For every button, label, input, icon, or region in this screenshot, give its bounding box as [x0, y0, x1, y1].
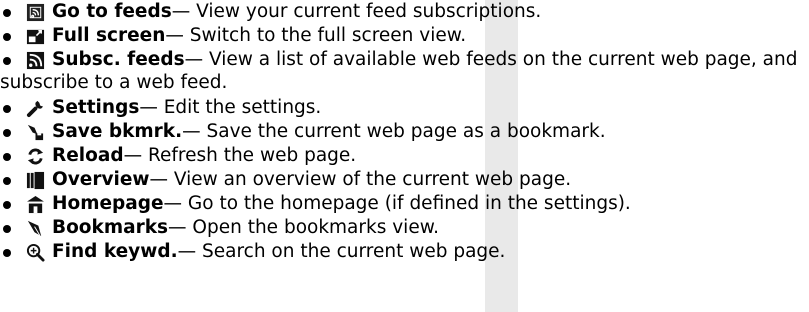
list-item-go-to-feeds: Go to feeds — View your current feed sub… — [0, 0, 809, 24]
command-label: Go to feeds — [52, 1, 172, 22]
command-label: Subsc. feeds — [52, 49, 185, 70]
bullet — [3, 225, 11, 233]
command-label: Save bkmrk. — [52, 121, 183, 142]
list-item-save-bookmark: Save bkmrk. — Save the current web page … — [0, 120, 809, 144]
command-label: Overview — [52, 169, 150, 190]
command-label: Homepage — [52, 193, 164, 214]
subscribe-feeds-icon — [26, 51, 45, 70]
command-description: — Go to the homepage (if defined in the … — [163, 193, 631, 214]
list-item-settings: Settings — Edit the settings. — [0, 96, 809, 120]
save-bookmark-icon — [26, 123, 45, 142]
reload-icon — [26, 147, 45, 166]
command-label: Reload — [52, 145, 124, 166]
bullet — [3, 201, 11, 209]
bullet — [3, 105, 11, 113]
bookmarks-icon — [26, 219, 45, 238]
command-description: — Edit the settings. — [139, 97, 322, 118]
list-item-find-keyword: Find keywd. — Search on the current web … — [0, 240, 809, 264]
bullet — [3, 9, 11, 17]
command-label: Find keywd. — [52, 241, 178, 262]
list-item-full-screen: Full screen — Switch to the full screen … — [0, 24, 809, 48]
homepage-icon — [26, 195, 45, 214]
list-item-reload: Reload — Refresh the web page. — [0, 144, 809, 168]
list-item-subscribe-feeds: Subsc. feeds — View a list of available … — [0, 48, 809, 96]
command-description: — Refresh the web page. — [123, 145, 357, 166]
go-to-feeds-icon — [26, 3, 45, 22]
bullet — [3, 153, 11, 161]
command-description: — Open the bookmarks view. — [168, 217, 440, 238]
command-description: — View a list of available web feeds on … — [184, 49, 798, 70]
bullet — [3, 129, 11, 137]
command-description-continued: subscribe to a web feed. — [0, 72, 228, 93]
settings-wrench-icon — [26, 99, 45, 118]
command-description: — Save the current web page as a bookmar… — [182, 121, 606, 142]
bullet — [3, 57, 11, 65]
list-item-bookmarks: Bookmarks — Open the bookmarks view. — [0, 216, 809, 240]
command-description: — View your current feed subscriptions. — [171, 1, 542, 22]
bullet — [3, 33, 11, 41]
find-keyword-icon — [26, 243, 45, 262]
overview-icon — [26, 171, 45, 190]
list-item-overview: Overview — View an overview of the curre… — [0, 168, 809, 192]
list-item-homepage: Homepage — Go to the homepage (if define… — [0, 192, 809, 216]
command-description: — Search on the current web page. — [177, 241, 506, 262]
command-label: Full screen — [52, 25, 166, 46]
bullet — [3, 249, 11, 257]
command-description: — Switch to the full screen view. — [165, 25, 467, 46]
bullet — [3, 177, 11, 185]
command-label: Settings — [52, 97, 140, 118]
command-description: — View an overview of the current web pa… — [149, 169, 572, 190]
full-screen-icon — [26, 27, 45, 46]
command-list: Go to feeds — View your current feed sub… — [0, 0, 809, 264]
command-label: Bookmarks — [52, 217, 169, 238]
